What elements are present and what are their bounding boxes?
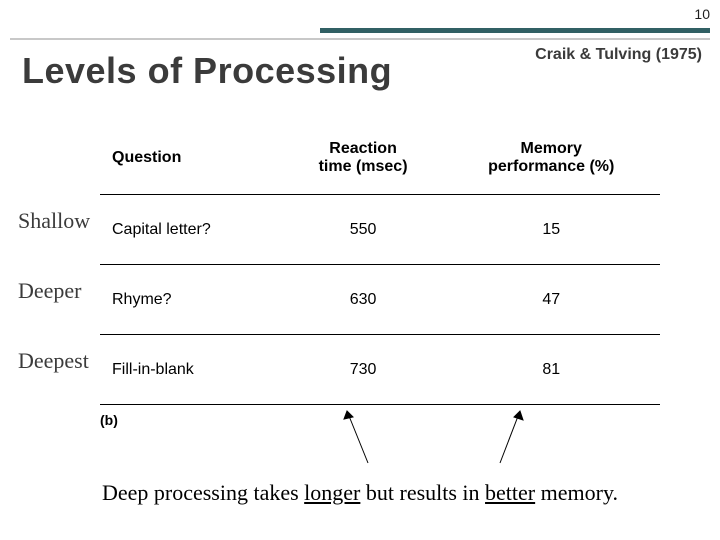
cell-rt: 630 (284, 265, 443, 335)
conclusion-emph-longer: longer (304, 480, 360, 505)
arrow-icon (490, 405, 530, 465)
citation: Craik & Tulving (1975) (535, 46, 702, 64)
data-table-wrap: Question Reaction time (msec) Memory per… (100, 130, 660, 449)
col-question: Question (100, 130, 284, 195)
cell-rt: 550 (284, 195, 443, 265)
cell-question: Fill-in-blank (100, 335, 284, 405)
cell-question: Rhyme? (100, 265, 284, 335)
col-mem: Memory performance (%) (442, 130, 660, 195)
table-header-row: Question Reaction time (msec) Memory per… (100, 130, 660, 195)
conclusion: Deep processing takes longer but results… (0, 480, 720, 506)
table-bottom-rule (100, 405, 660, 450)
conclusion-text: memory. (535, 480, 618, 505)
col-rt: Reaction time (msec) (284, 130, 443, 195)
arrow-icon (340, 405, 380, 465)
page-number: 10 (694, 6, 710, 22)
figure-label: (b) (100, 412, 118, 428)
cell-mem: 81 (442, 335, 660, 405)
divider-rule (10, 38, 710, 40)
cell-rt: 730 (284, 335, 443, 405)
cell-mem: 47 (442, 265, 660, 335)
depth-label-deeper: Deeper (18, 256, 90, 326)
conclusion-emph-better: better (485, 480, 535, 505)
depth-label-shallow: Shallow (18, 186, 90, 256)
cell-question: Capital letter? (100, 195, 284, 265)
cell-mem: 15 (442, 195, 660, 265)
depth-label-deepest: Deepest (18, 326, 90, 396)
table-row: Capital letter? 550 15 (100, 195, 660, 265)
depth-labels: Shallow Deeper Deepest (18, 186, 90, 396)
data-table: Question Reaction time (msec) Memory per… (100, 130, 660, 449)
table-row: Rhyme? 630 47 (100, 265, 660, 335)
slide: 10 Levels of Processing Craik & Tulving … (0, 0, 720, 540)
table-row: Fill-in-blank 730 81 (100, 335, 660, 405)
conclusion-text: Deep processing takes (102, 480, 304, 505)
accent-rule (320, 28, 710, 33)
page-title: Levels of Processing (22, 50, 392, 92)
conclusion-text: but results in (360, 480, 485, 505)
